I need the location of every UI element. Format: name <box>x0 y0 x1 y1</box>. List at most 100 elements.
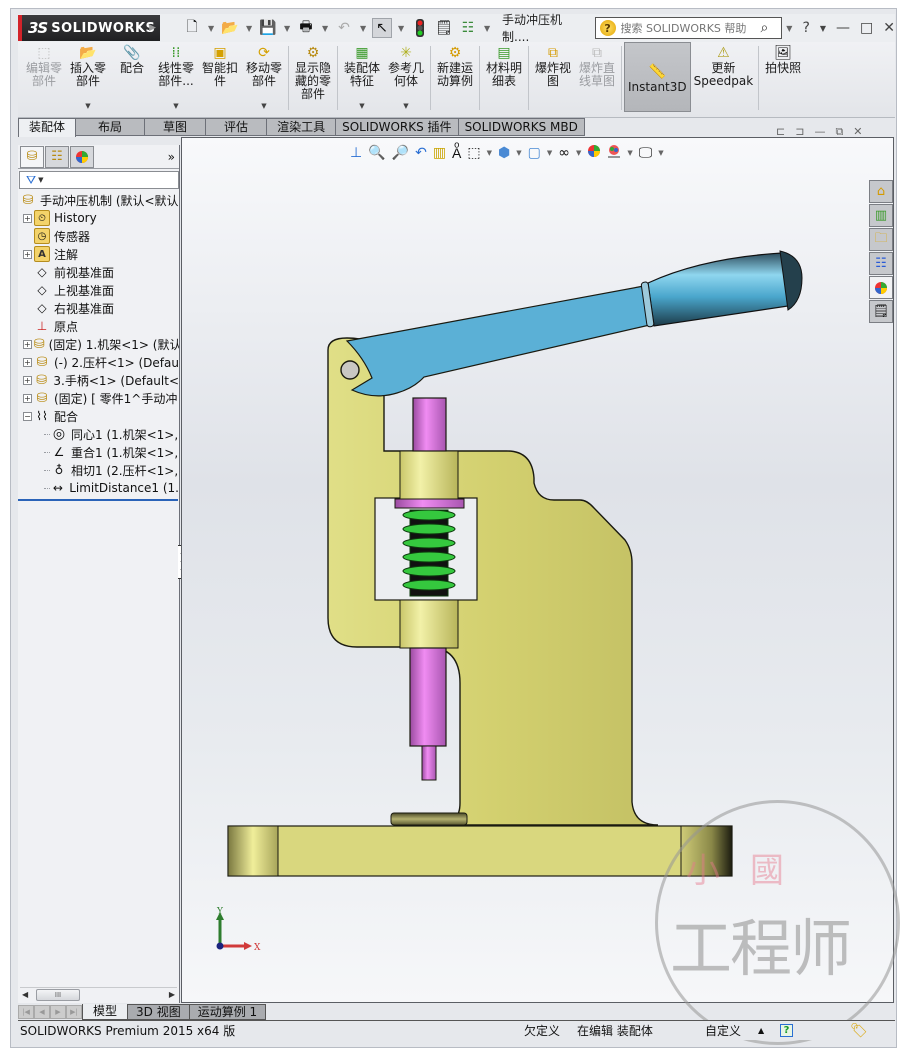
tree-item-origin[interactable]: ⊥ 原点 <box>18 317 179 335</box>
tree-item-mate[interactable]: ♁ 相切1 (2.压杆<1>, <box>18 461 179 479</box>
tree-item-mate[interactable]: ◎ 同心1 (1.机架<1>, <box>18 425 179 443</box>
tree-item-sensors[interactable]: ◷ 传感器 <box>18 227 179 245</box>
assembly-features-button[interactable]: ▦ 装配体 特征 ▼ <box>340 42 384 116</box>
minimize-icon[interactable]: — <box>836 20 850 36</box>
open-folder-icon[interactable]: 📂 <box>220 18 240 38</box>
minimize-icon[interactable]: — <box>814 125 825 139</box>
tree-item-annotations[interactable]: + A 注解 <box>18 245 179 263</box>
chevron-down-icon[interactable]: ▼ <box>786 24 792 33</box>
units-selector[interactable]: 自定义 <box>705 1022 741 1039</box>
search-icon[interactable]: ⌕ <box>761 20 769 36</box>
search-input[interactable] <box>620 21 761 35</box>
close-icon[interactable]: ✕ <box>883 20 895 36</box>
chevron-down-icon[interactable]: ▼ <box>38 176 43 184</box>
tree-item-component[interactable]: + ⛁ (固定) [ 零件1^手动冲 <box>18 389 179 407</box>
tree-item-front-plane[interactable]: ◇ 前视基准面 <box>18 263 179 281</box>
chevron-down-icon[interactable]: ▼ <box>282 24 292 33</box>
expand-icon[interactable]: + <box>23 249 32 259</box>
chevron-down-icon[interactable]: ▼ <box>85 102 90 110</box>
smart-fastener-button[interactable]: ▣ 智能扣 件 <box>198 42 242 116</box>
chevron-down-icon[interactable]: ▼ <box>206 24 216 33</box>
file-properties-icon[interactable]: 🗒 <box>434 18 454 38</box>
tree-item-mate[interactable]: ↔ LimitDistance1 (1. <box>18 479 179 497</box>
rollback-bar[interactable] <box>18 499 178 501</box>
tree-item-mate[interactable]: ∠ 重合1 (1.机架<1>, <box>18 443 179 461</box>
chevron-down-icon[interactable]: ▼ <box>359 102 364 110</box>
help-search-box[interactable]: ? ⌕ <box>594 17 783 39</box>
chevron-down-icon[interactable]: ▼ <box>320 24 330 33</box>
linear-pattern-button[interactable]: ⁞⁞ 线性零 部件... ▼ <box>154 42 198 116</box>
new-motion-study-button[interactable]: ⚙ 新建运 动算例 <box>433 42 477 116</box>
solidworks-logo[interactable]: 3S SOLIDWORKS ▶ <box>18 15 161 41</box>
help-icon[interactable]: ? <box>802 20 809 36</box>
tree-item-top-plane[interactable]: ◇ 上视基准面 <box>18 281 179 299</box>
new-document-icon[interactable]: 🗋 <box>182 18 202 38</box>
restore-icon[interactable]: ⧉ <box>835 125 843 139</box>
next-tab-icon[interactable]: ▶ <box>50 1005 66 1019</box>
traffic-light-icon[interactable] <box>410 18 430 38</box>
tree-filter[interactable]: ⛛ ▼ <box>19 171 179 189</box>
mate-button[interactable]: 📎 配合 <box>110 42 154 116</box>
tab-motion-study[interactable]: 运动算例 1 <box>189 1004 267 1020</box>
tab-render-tools[interactable]: 渲染工具 <box>267 118 337 136</box>
last-tab-icon[interactable]: ▶| <box>66 1005 82 1019</box>
feature-manager-icon[interactable]: ⛁ <box>20 145 44 168</box>
take-snapshot-button[interactable]: 🖼 拍快照 <box>761 42 805 116</box>
press-machine-model[interactable] <box>182 138 894 1003</box>
graphics-area[interactable]: ⊥ 🔍 🔎 ↶ ▥ Aͦ ⬚ ▼ ⬢ ▼ ▢ ▼ ∞ ▼ ▼ 🖵 ▼ ⌂ ▥ 🗀 ☷ 🗒 <box>181 137 894 1003</box>
chevron-down-icon[interactable]: ▼ <box>396 24 406 33</box>
split-left-icon[interactable]: ⊏ <box>776 125 785 139</box>
undo-icon[interactable]: ↶ <box>334 18 354 38</box>
chevron-down-icon[interactable]: ▼ <box>358 24 368 33</box>
expand-icon[interactable]: + <box>23 375 32 385</box>
tab-model[interactable]: 模型 <box>82 1004 129 1020</box>
menu-expand-icon[interactable]: ▶ <box>149 23 156 33</box>
chevron-down-icon[interactable]: ▼ <box>244 24 254 33</box>
exploded-view-button[interactable]: ⧉ 爆炸视 图 <box>531 42 575 116</box>
scrollbar-thumb[interactable]: III <box>36 988 80 1001</box>
select-pointer-icon[interactable]: ↖ <box>372 18 393 38</box>
edit-component-button[interactable]: ⬚ 编辑零 部件 <box>22 42 66 116</box>
tag-icon[interactable]: 🏷 <box>850 1023 868 1039</box>
bill-of-materials-button[interactable]: ▤ 材料明 细表 <box>482 42 526 116</box>
collapse-icon[interactable]: − <box>23 411 32 421</box>
expand-icon[interactable]: + <box>23 339 32 349</box>
reference-geometry-button[interactable]: ✳ 参考几 何体 ▼ <box>384 42 428 116</box>
chevron-down-icon[interactable]: ▼ <box>173 102 178 110</box>
print-icon[interactable]: 🖶 <box>296 18 316 38</box>
tree-item-history[interactable]: + ⏲ History <box>18 209 179 227</box>
maximize-icon[interactable]: □ <box>860 20 873 36</box>
insert-component-button[interactable]: 📂 插入零 部件 ▼ <box>66 42 110 116</box>
horizontal-scrollbar[interactable]: ◀ III ▶ <box>20 987 177 1001</box>
split-right-icon[interactable]: ⊐ <box>795 125 804 139</box>
property-manager-icon[interactable]: ☷ <box>45 145 69 168</box>
tree-item-right-plane[interactable]: ◇ 右视基准面 <box>18 299 179 317</box>
close-icon[interactable]: ✕ <box>853 125 862 139</box>
tree-item-component[interactable]: + ⛁ (-) 2.压杆<1> (Defau <box>18 353 179 371</box>
options-icon[interactable]: ☷ <box>458 18 478 38</box>
tab-assembly[interactable]: 装配体 <box>18 118 77 137</box>
chevron-down-icon[interactable]: ▼ <box>482 24 492 33</box>
expand-icon[interactable]: + <box>23 357 32 367</box>
tree-item-component[interactable]: + ⛁ 3.手柄<1> (Default< <box>18 371 179 389</box>
expand-icon[interactable]: + <box>23 393 32 403</box>
save-icon[interactable]: 💾 <box>258 18 278 38</box>
tree-item-mates[interactable]: − ⌇⌇ 配合 <box>18 407 179 425</box>
appearance-manager-icon[interactable] <box>70 145 94 168</box>
filter-icon[interactable]: ⛛ <box>26 173 36 188</box>
expand-icon[interactable]: + <box>23 213 32 223</box>
explode-line-sketch-button[interactable]: ⧉ 爆炸直 线草图 <box>575 42 619 116</box>
tab-3d-view[interactable]: 3D 视图 <box>128 1004 190 1020</box>
scroll-left-icon[interactable]: ◀ <box>22 990 28 999</box>
update-speedpak-button[interactable]: ⚠ 更新 Speedpak <box>691 42 757 116</box>
chevron-down-icon[interactable]: ▼ <box>261 102 266 110</box>
chevron-down-icon[interactable]: ▼ <box>403 102 408 110</box>
move-component-button[interactable]: ⟳ 移动零 部件 ▼ <box>242 42 286 116</box>
tree-item-assembly-root[interactable]: ⛁ 手动冲压机制 (默认<默认 <box>18 191 179 209</box>
help-icon[interactable]: ? <box>780 1024 793 1037</box>
tab-sketch[interactable]: 草图 <box>145 118 207 136</box>
tab-solidworks-mbd[interactable]: SOLIDWORKS MBD <box>458 118 585 136</box>
units-up-icon[interactable]: ▲ <box>758 1026 764 1035</box>
prev-tab-icon[interactable]: ◀ <box>34 1005 50 1019</box>
tree-item-component[interactable]: + ⛁ (固定) 1.机架<1> (默认 <box>18 335 179 353</box>
